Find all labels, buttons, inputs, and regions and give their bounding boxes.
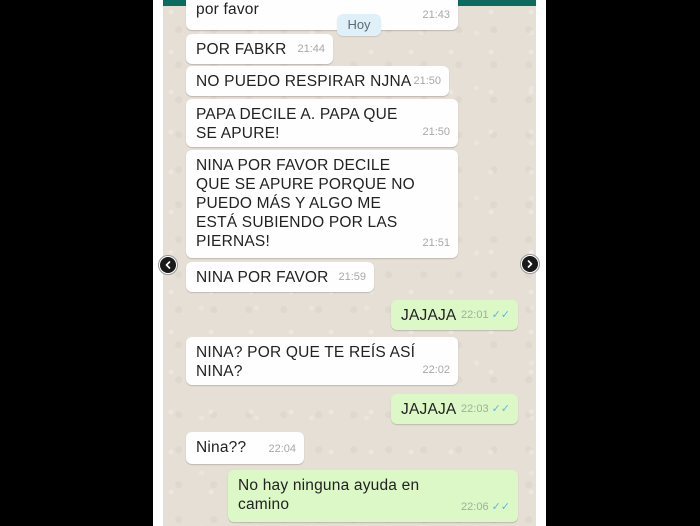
read-receipt-icon: ✓✓ bbox=[491, 501, 510, 513]
next-image-button[interactable] bbox=[520, 254, 540, 274]
message-text: NINA POR FAVOR bbox=[196, 269, 329, 286]
image-viewer: por favor 21:43 Hoy POR FABKR 21:44 NO P… bbox=[0, 0, 700, 526]
message-text: Nina?? bbox=[196, 439, 247, 456]
message-bubble-incoming: por favor 21:43 bbox=[186, 0, 458, 30]
message-text: JAJAJA bbox=[401, 307, 457, 324]
chat-area: por favor 21:43 Hoy POR FABKR 21:44 NO P… bbox=[163, 0, 536, 526]
message-bubble-incoming: Nina?? 22:04 bbox=[186, 432, 304, 464]
message-time: 21:44 bbox=[297, 43, 325, 55]
message-meta: 22:01 ✓✓ bbox=[461, 306, 510, 325]
message-time: 21:51 bbox=[422, 237, 450, 249]
message-text: No hay ninguna ayuda en camino bbox=[238, 477, 420, 513]
read-receipt-icon: ✓✓ bbox=[491, 309, 510, 321]
message-time: 22:01 bbox=[461, 309, 489, 321]
message-text: por favor bbox=[196, 1, 259, 18]
chevron-left-icon bbox=[160, 257, 176, 273]
message-meta: 22:06 ✓✓ bbox=[461, 498, 510, 517]
message-text: NINA POR FAVOR DECILE QUE SE APURE PORQU… bbox=[196, 157, 415, 250]
message-text: POR FABKR bbox=[196, 41, 287, 58]
message-bubble-outgoing: JAJAJA 22:01 ✓✓ bbox=[391, 300, 518, 330]
chevron-right-icon bbox=[522, 256, 538, 272]
message-bubble-incoming: NINA POR FAVOR 21:59 bbox=[186, 262, 374, 292]
message-meta: 22:03 ✓✓ bbox=[461, 400, 510, 419]
message-text: NINA? POR QUE TE REÍS ASÍ NINA? bbox=[196, 344, 416, 380]
message-bubble-outgoing: No hay ninguna ayuda en camino 22:06 ✓✓ bbox=[228, 470, 518, 522]
date-chip: Hoy bbox=[337, 14, 381, 36]
message-time: 21:59 bbox=[338, 271, 366, 283]
message-time: 21:50 bbox=[422, 126, 450, 138]
message-time: 21:43 bbox=[422, 9, 450, 21]
previous-image-button[interactable] bbox=[158, 255, 178, 275]
chat-screenshot: por favor 21:43 Hoy POR FABKR 21:44 NO P… bbox=[153, 0, 546, 526]
message-bubble-outgoing: JAJAJA 22:03 ✓✓ bbox=[391, 394, 518, 424]
message-text: NO PUEDO RESPIRAR NJNA bbox=[196, 73, 412, 90]
message-time: 22:06 bbox=[461, 501, 489, 513]
message-bubble-incoming: POR FABKR 21:44 bbox=[186, 34, 333, 64]
message-text: PAPA DECILE A. PAPA QUE SE APURE! bbox=[196, 106, 398, 142]
message-bubble-incoming: NINA? POR QUE TE REÍS ASÍ NINA? 22:02 bbox=[186, 337, 458, 385]
message-time: 22:02 bbox=[422, 364, 450, 376]
message-time: 22:04 bbox=[268, 443, 296, 455]
message-bubble-incoming: NINA POR FAVOR DECILE QUE SE APURE PORQU… bbox=[186, 150, 458, 258]
message-time: 21:50 bbox=[413, 75, 441, 87]
message-time: 22:03 bbox=[461, 403, 489, 415]
message-text: JAJAJA bbox=[401, 401, 457, 418]
message-bubble-incoming: NO PUEDO RESPIRAR NJNA 21:50 bbox=[186, 66, 449, 96]
read-receipt-icon: ✓✓ bbox=[491, 403, 510, 415]
message-bubble-incoming: PAPA DECILE A. PAPA QUE SE APURE! 21:50 bbox=[186, 99, 458, 147]
